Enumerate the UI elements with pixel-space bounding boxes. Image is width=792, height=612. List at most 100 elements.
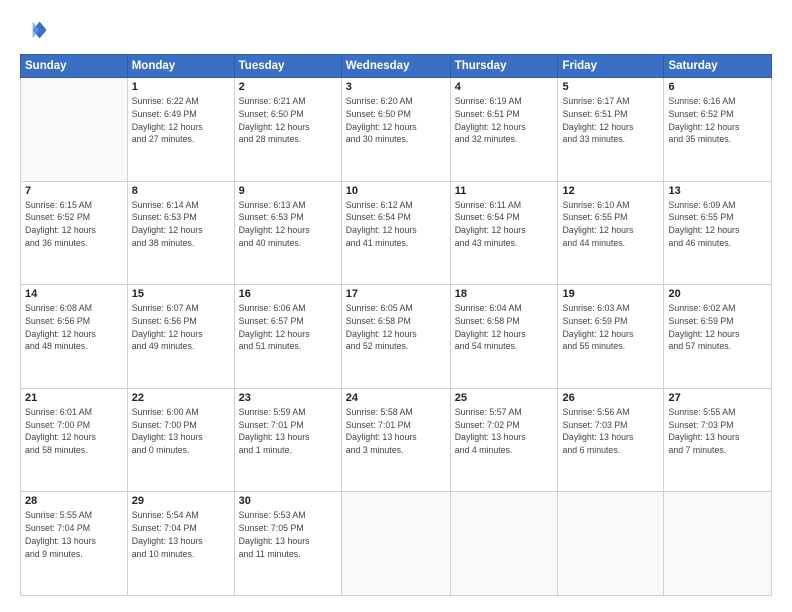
day-info: Sunrise: 6:04 AM Sunset: 6:58 PM Dayligh… <box>455 302 554 353</box>
day-cell: 3Sunrise: 6:20 AM Sunset: 6:50 PM Daylig… <box>341 78 450 182</box>
day-info: Sunrise: 6:03 AM Sunset: 6:59 PM Dayligh… <box>562 302 659 353</box>
day-cell: 7 Sunrise: 6:15 AM Sunset: 6:52 PM Daylig… <box>21 181 128 285</box>
day-info: Sunrise: 6:22 AM Sunset: 6:49 PM Dayligh… <box>132 95 230 146</box>
week-row-3: 21 Sunrise: 6:01 AM Sunset: 7:00 PM Dayli… <box>21 388 772 492</box>
week-row-0: 1 Sunrise: 6:22 AM Sunset: 6:49 PM Daylig… <box>21 78 772 182</box>
day-cell: 22 Sunrise: 6:00 AM Sunset: 7:00 PM Dayli… <box>127 388 234 492</box>
day-number: 28 <box>25 495 123 507</box>
calendar-table: SundayMondayTuesdayWednesdayThursdayFrid… <box>20 54 772 596</box>
day-cell: 28 Sunrise: 5:55 AM Sunset: 7:04 PM Dayli… <box>21 492 128 596</box>
day-info: Sunrise: 6:12 AM Sunset: 6:54 PM Dayligh… <box>346 199 446 250</box>
day-cell: 1 Sunrise: 6:22 AM Sunset: 6:49 PM Daylig… <box>127 78 234 182</box>
day-number: 9 <box>239 185 337 197</box>
logo-icon <box>20 16 48 44</box>
header-cell-saturday: Saturday <box>664 55 772 78</box>
day-cell: 8 Sunrise: 6:14 AM Sunset: 6:53 PM Daylig… <box>127 181 234 285</box>
day-info: Sunrise: 6:16 AM Sunset: 6:52 PM Dayligh… <box>668 95 767 146</box>
day-cell: 4 Sunrise: 6:19 AM Sunset: 6:51 PM Daylig… <box>450 78 558 182</box>
day-number: 6 <box>668 81 767 93</box>
day-info: Sunrise: 6:09 AM Sunset: 6:55 PM Dayligh… <box>668 199 767 250</box>
day-info: Sunrise: 5:55 AM Sunset: 7:04 PM Dayligh… <box>25 509 123 560</box>
header-cell-wednesday: Wednesday <box>341 55 450 78</box>
day-info: Sunrise: 6:17 AM Sunset: 6:51 PM Dayligh… <box>562 95 659 146</box>
header-row: SundayMondayTuesdayWednesdayThursdayFrid… <box>21 55 772 78</box>
day-number: 10 <box>346 185 446 197</box>
page: SundayMondayTuesdayWednesdayThursdayFrid… <box>0 0 792 612</box>
header-cell-sunday: Sunday <box>21 55 128 78</box>
day-number: 22 <box>132 392 230 404</box>
day-cell: 12 Sunrise: 6:10 AM Sunset: 6:55 PM Dayli… <box>558 181 664 285</box>
day-info: Sunrise: 5:58 AM Sunset: 7:01 PM Dayligh… <box>346 406 446 457</box>
day-number: 29 <box>132 495 230 507</box>
day-info: Sunrise: 6:10 AM Sunset: 6:55 PM Dayligh… <box>562 199 659 250</box>
header-cell-friday: Friday <box>558 55 664 78</box>
day-info: Sunrise: 6:06 AM Sunset: 6:57 PM Dayligh… <box>239 302 337 353</box>
day-cell: 17 Sunrise: 6:05 AM Sunset: 6:58 PM Dayli… <box>341 285 450 389</box>
day-number: 5 <box>562 81 659 93</box>
day-info: Sunrise: 5:57 AM Sunset: 7:02 PM Dayligh… <box>455 406 554 457</box>
day-info: Sunrise: 6:01 AM Sunset: 7:00 PM Dayligh… <box>25 406 123 457</box>
week-row-4: 28 Sunrise: 5:55 AM Sunset: 7:04 PM Dayli… <box>21 492 772 596</box>
day-info: Sunrise: 6:05 AM Sunset: 6:58 PM Dayligh… <box>346 302 446 353</box>
day-cell: 18 Sunrise: 6:04 AM Sunset: 6:58 PM Dayli… <box>450 285 558 389</box>
day-number: 7 <box>25 185 123 197</box>
day-cell <box>21 78 128 182</box>
day-cell <box>558 492 664 596</box>
day-info: Sunrise: 6:08 AM Sunset: 6:56 PM Dayligh… <box>25 302 123 353</box>
day-info: Sunrise: 5:59 AM Sunset: 7:01 PM Dayligh… <box>239 406 337 457</box>
day-info: Sunrise: 6:19 AM Sunset: 6:51 PM Dayligh… <box>455 95 554 146</box>
day-number: 23 <box>239 392 337 404</box>
day-info: Sunrise: 6:00 AM Sunset: 7:00 PM Dayligh… <box>132 406 230 457</box>
day-info: Sunrise: 6:14 AM Sunset: 6:53 PM Dayligh… <box>132 199 230 250</box>
day-number: 19 <box>562 288 659 300</box>
day-number: 30 <box>239 495 337 507</box>
day-cell: 5 Sunrise: 6:17 AM Sunset: 6:51 PM Daylig… <box>558 78 664 182</box>
day-cell: 15Sunrise: 6:07 AM Sunset: 6:56 PM Dayli… <box>127 285 234 389</box>
day-info: Sunrise: 5:55 AM Sunset: 7:03 PM Dayligh… <box>668 406 767 457</box>
day-number: 11 <box>455 185 554 197</box>
day-cell: 25 Sunrise: 5:57 AM Sunset: 7:02 PM Dayli… <box>450 388 558 492</box>
day-cell: 6 Sunrise: 6:16 AM Sunset: 6:52 PM Daylig… <box>664 78 772 182</box>
week-row-2: 14 Sunrise: 6:08 AM Sunset: 6:56 PM Dayli… <box>21 285 772 389</box>
day-cell: 23 Sunrise: 5:59 AM Sunset: 7:01 PM Dayli… <box>234 388 341 492</box>
day-cell: 13 Sunrise: 6:09 AM Sunset: 6:55 PM Dayli… <box>664 181 772 285</box>
day-number: 1 <box>132 81 230 93</box>
day-info: Sunrise: 5:54 AM Sunset: 7:04 PM Dayligh… <box>132 509 230 560</box>
day-cell: 29 Sunrise: 5:54 AM Sunset: 7:04 PM Dayli… <box>127 492 234 596</box>
day-number: 2 <box>239 81 337 93</box>
header-cell-monday: Monday <box>127 55 234 78</box>
day-number: 21 <box>25 392 123 404</box>
day-cell: 19 Sunrise: 6:03 AM Sunset: 6:59 PM Dayli… <box>558 285 664 389</box>
day-number: 26 <box>562 392 659 404</box>
day-number: 24 <box>346 392 446 404</box>
day-number: 25 <box>455 392 554 404</box>
day-number: 12 <box>562 185 659 197</box>
day-cell <box>450 492 558 596</box>
day-info: Sunrise: 5:53 AM Sunset: 7:05 PM Dayligh… <box>239 509 337 560</box>
day-info: Sunrise: 6:13 AM Sunset: 6:53 PM Dayligh… <box>239 199 337 250</box>
week-row-1: 7 Sunrise: 6:15 AM Sunset: 6:52 PM Daylig… <box>21 181 772 285</box>
day-number: 18 <box>455 288 554 300</box>
day-info: Sunrise: 6:07 AM Sunset: 6:56 PM Dayligh… <box>132 302 230 353</box>
day-cell: 9 Sunrise: 6:13 AM Sunset: 6:53 PM Daylig… <box>234 181 341 285</box>
day-info: Sunrise: 6:20 AM Sunset: 6:50 PM Dayligh… <box>346 95 446 146</box>
day-cell: 26 Sunrise: 5:56 AM Sunset: 7:03 PM Dayli… <box>558 388 664 492</box>
day-number: 14 <box>25 288 123 300</box>
day-cell <box>341 492 450 596</box>
day-info: Sunrise: 6:21 AM Sunset: 6:50 PM Dayligh… <box>239 95 337 146</box>
day-cell <box>664 492 772 596</box>
day-number: 16 <box>239 288 337 300</box>
day-cell: 27 Sunrise: 5:55 AM Sunset: 7:03 PM Dayli… <box>664 388 772 492</box>
header-cell-thursday: Thursday <box>450 55 558 78</box>
day-cell: 2 Sunrise: 6:21 AM Sunset: 6:50 PM Daylig… <box>234 78 341 182</box>
day-number: 4 <box>455 81 554 93</box>
day-cell: 21 Sunrise: 6:01 AM Sunset: 7:00 PM Dayli… <box>21 388 128 492</box>
day-info: Sunrise: 6:15 AM Sunset: 6:52 PM Dayligh… <box>25 199 123 250</box>
day-number: 8 <box>132 185 230 197</box>
day-cell: 11Sunrise: 6:11 AM Sunset: 6:54 PM Dayli… <box>450 181 558 285</box>
day-number: 13 <box>668 185 767 197</box>
day-number: 17 <box>346 288 446 300</box>
day-number: 27 <box>668 392 767 404</box>
day-info: Sunrise: 5:56 AM Sunset: 7:03 PM Dayligh… <box>562 406 659 457</box>
day-number: 20 <box>668 288 767 300</box>
